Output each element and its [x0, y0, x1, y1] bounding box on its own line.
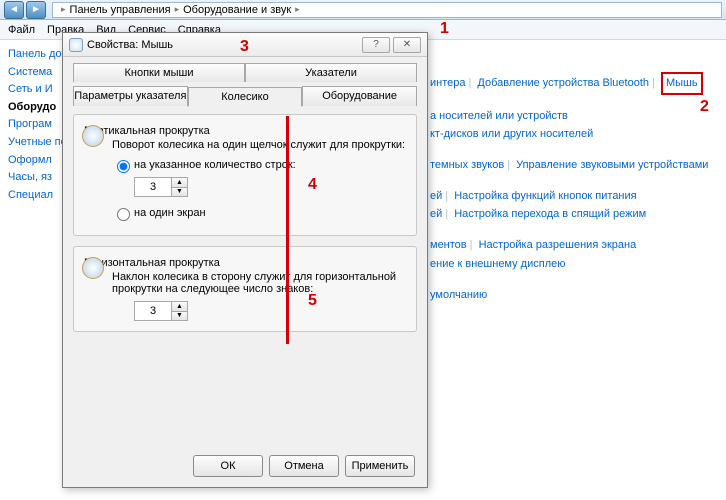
sidebar-item[interactable]: Часы, яз [8, 169, 64, 187]
radio-lines[interactable]: на указанное количество строк: [112, 157, 406, 173]
sidebar-item[interactable]: Програм [8, 116, 64, 134]
group-vertical-scroll: Вертикальная прокрутка Поворот колесика … [73, 114, 417, 236]
sidebar-item-active[interactable]: Оборудо [8, 99, 64, 117]
link[interactable]: ментов [430, 239, 467, 251]
radio-lines-input[interactable] [117, 160, 130, 173]
tab-pointer-options[interactable]: Параметры указателя [73, 86, 188, 106]
link[interactable]: Управление звуковыми устройствами [516, 159, 708, 171]
spinner-up[interactable]: ▲ [172, 178, 187, 188]
sidebar-item[interactable]: Система [8, 64, 64, 82]
breadcrumb[interactable]: ▸ Панель управления ▸ Оборудование и зву… [52, 2, 722, 18]
lines-spinner[interactable]: ▲ ▼ [134, 177, 188, 197]
ok-button[interactable]: ОК [193, 455, 263, 477]
spinner-up[interactable]: ▲ [172, 302, 187, 312]
sidebar-item[interactable]: Оформл [8, 152, 64, 170]
lines-value-input[interactable] [135, 178, 171, 196]
group-horizontal-scroll: Горизонтальная прокрутка Наклон колесика… [73, 246, 417, 332]
annotation-5: 5 [308, 292, 317, 310]
sidebar-item[interactable]: Панель домашн [8, 46, 64, 64]
tab-hardware[interactable]: Оборудование [302, 86, 417, 106]
breadcrumb-item[interactable]: Панель управления [70, 4, 171, 16]
tab-pointers[interactable]: Указатели [245, 63, 417, 82]
link[interactable]: а носителей или устройств [430, 110, 568, 122]
mouse-properties-dialog: Свойства: Мышь ? ✕ Кнопки мыши Указатели… [62, 32, 428, 488]
tab-buttons[interactable]: Кнопки мыши [73, 63, 245, 82]
link[interactable]: Настройка разрешения экрана [479, 239, 637, 251]
sidebar-item[interactable]: Учетные пользов безопас [8, 134, 64, 152]
link-add-bluetooth[interactable]: Добавление устройства Bluetooth [477, 77, 649, 89]
annotation-3: 3 [240, 38, 249, 56]
link-mouse[interactable]: Мышь [666, 77, 698, 89]
spinner-down[interactable]: ▼ [172, 188, 187, 197]
annotation-4: 4 [308, 176, 317, 194]
nav-back-button[interactable]: ◄ [4, 1, 24, 19]
chevron-right-icon: ▸ [175, 4, 180, 15]
mouse-icon [69, 38, 83, 52]
chars-spinner[interactable]: ▲ ▼ [134, 301, 188, 321]
dialog-title: Свойства: Мышь [87, 39, 173, 51]
menu-file[interactable]: Файл [8, 24, 35, 36]
group-description: Наклон колесика в сторону служит для гор… [112, 271, 406, 295]
link[interactable]: ей [430, 208, 442, 220]
sidebar-item[interactable]: Сеть и И [8, 81, 64, 99]
group-description: Поворот колесика на один щелчок служит д… [112, 139, 406, 151]
group-legend: Горизонтальная прокрутка [84, 257, 220, 269]
link[interactable]: кт-дисков или других носителей [430, 128, 593, 140]
apply-button[interactable]: Применить [345, 455, 415, 477]
wheel-icon [82, 125, 104, 147]
radio-screen-label: на один экран [134, 207, 206, 219]
sidebar: Панель домашн Система Сеть и И Оборудо П… [8, 46, 64, 204]
link[interactable]: Настройка перехода в спящий режим [454, 208, 646, 220]
link[interactable]: темных звуков [430, 159, 504, 171]
sidebar-item[interactable]: Специал [8, 187, 64, 205]
radio-screen-input[interactable] [117, 208, 130, 221]
chars-value-input[interactable] [135, 302, 171, 320]
link[interactable]: умолчанию [430, 289, 487, 301]
link[interactable]: Настройка функций кнопок питания [454, 190, 636, 202]
annotation-1: 1 [440, 20, 449, 38]
radio-lines-label: на указанное количество строк: [134, 159, 296, 171]
help-button[interactable]: ? [362, 37, 390, 53]
content-links: интера| Добавление устройства Bluetooth|… [430, 72, 720, 316]
radio-screen[interactable]: на один экран [112, 205, 406, 221]
link[interactable]: интера [430, 77, 466, 89]
breadcrumb-item[interactable]: Оборудование и звук [183, 4, 291, 16]
wheel-tilt-icon [82, 257, 104, 279]
spinner-down[interactable]: ▼ [172, 312, 187, 321]
close-button[interactable]: ✕ [393, 37, 421, 53]
chevron-right-icon: ▸ [295, 4, 300, 15]
link[interactable]: ей [430, 190, 442, 202]
tab-wheel[interactable]: Колесико [188, 87, 303, 107]
chevron-right-icon: ▸ [61, 4, 66, 15]
annotation-divider [286, 116, 289, 344]
link[interactable]: ение к внешнему дисплею [430, 258, 565, 270]
nav-forward-button[interactable]: ► [26, 1, 46, 19]
address-bar: ◄ ► ▸ Панель управления ▸ Оборудование и… [0, 0, 726, 20]
cancel-button[interactable]: Отмена [269, 455, 339, 477]
annotation-2: 2 [700, 98, 709, 116]
